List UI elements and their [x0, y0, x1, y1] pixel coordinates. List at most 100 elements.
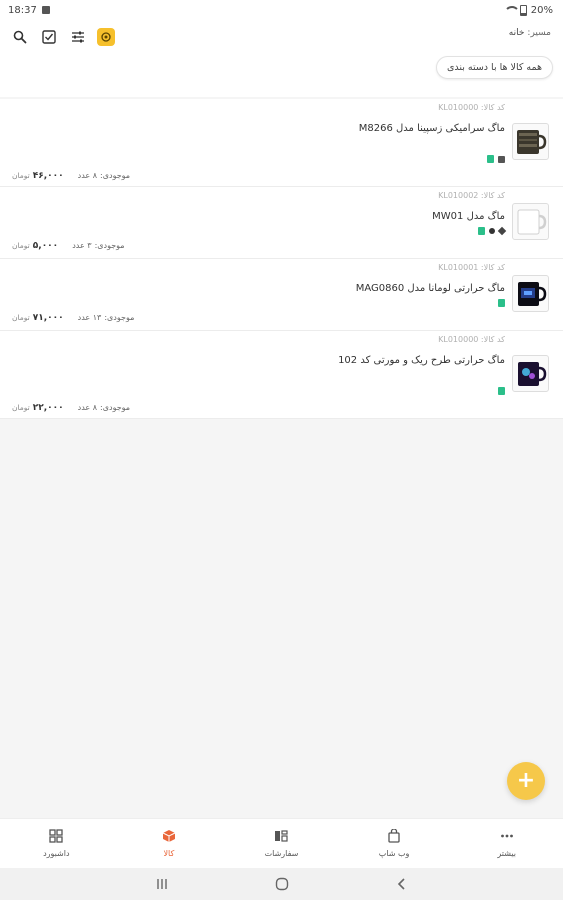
- home-icon: [275, 877, 288, 891]
- tag-icon: [497, 226, 507, 236]
- price-currency: تومان: [12, 403, 30, 412]
- recent-apps-icon: [156, 879, 167, 889]
- stock-label: موجودی:: [94, 241, 125, 250]
- stock-info: موجودی: ۸ عدد: [78, 403, 130, 412]
- product-row[interactable]: کد کالا: KL010000 ماگ سرامیکی زسپینا مدل…: [0, 99, 563, 187]
- category-filter-chip[interactable]: همه کالا ها با دسته بندی: [435, 56, 553, 79]
- price-info: ۷۱,۰۰۰ تومان: [12, 313, 64, 323]
- breadcrumb: مسیر: خانه: [509, 28, 551, 38]
- sliders-icon: [72, 31, 84, 43]
- search-button[interactable]: [10, 27, 30, 47]
- product-badges: [498, 299, 505, 307]
- product-badges: [478, 226, 507, 236]
- select-button[interactable]: [39, 27, 59, 47]
- product-meta: موجودی: ۳ عدد ۵,۰۰۰ تومان: [12, 241, 125, 251]
- breadcrumb-label: مسیر:: [527, 28, 551, 38]
- notification-icon: [41, 6, 50, 14]
- product-list: کد کالا: KL010000 ماگ سرامیکی زسپینا مدل…: [0, 99, 563, 419]
- wifi-icon: [503, 5, 520, 15]
- stock-value: ۳ عدد: [72, 241, 92, 250]
- nav-item-webshop[interactable]: وب شاپ: [354, 829, 434, 858]
- stock-info: موجودی: ۳ عدد: [72, 241, 124, 250]
- product-row[interactable]: کد کالا: KL010002 ماگ مدل MW01 موجودی: ۳…: [0, 187, 563, 259]
- mug-image: [517, 361, 546, 386]
- product-title: ماگ حرارتی لومانا مدل MAG0860: [355, 283, 505, 294]
- search-icon: [13, 30, 27, 44]
- product-thumbnail: [512, 355, 549, 392]
- product-code: کد کالا: KL010002: [438, 191, 505, 200]
- product-title: ماگ سرامیکی زسپینا مدل M8266: [358, 123, 505, 134]
- toolbar: [10, 27, 115, 47]
- product-title: ماگ مدل MW01: [432, 211, 505, 222]
- stock-label: موجودی:: [100, 171, 131, 180]
- plus-icon: +: [516, 768, 536, 793]
- stock-label: موجودی:: [104, 313, 135, 322]
- checkbox-icon: [42, 30, 56, 44]
- barcode-scan-button[interactable]: [97, 28, 115, 46]
- product-badges: [487, 155, 505, 163]
- mug-image: [517, 281, 546, 306]
- mug-image: [516, 129, 546, 154]
- filter-button[interactable]: [68, 27, 88, 47]
- battery-percent: 20%: [530, 4, 553, 16]
- dashboard-icon: [49, 829, 63, 843]
- nav-label: داشبورد: [43, 849, 70, 858]
- status-time: 18:37: [8, 4, 37, 16]
- status-right: 20%: [503, 4, 553, 16]
- more-icon: [500, 829, 514, 843]
- shop-icon: [487, 155, 494, 163]
- product-title: ماگ حرارتی طرح ریک و مورتی کد 102: [338, 355, 505, 366]
- stock-info: موجودی: ۱۳ عدد: [78, 313, 135, 322]
- stock-value: ۱۳ عدد: [77, 313, 102, 322]
- product-row[interactable]: کد کالا: KL010001 ماگ حرارتی لومانا مدل …: [0, 259, 563, 331]
- home-button[interactable]: [272, 874, 292, 894]
- price-currency: تومان: [12, 171, 30, 180]
- product-badges: [498, 387, 505, 395]
- price-info: ۴۶,۰۰۰ تومان: [12, 171, 64, 181]
- product-thumbnail: [512, 123, 549, 160]
- back-button[interactable]: [392, 874, 412, 894]
- product-meta: موجودی: ۸ عدد ۲۲,۰۰۰ تومان: [12, 403, 130, 413]
- price-currency: تومان: [12, 313, 30, 322]
- price-currency: تومان: [12, 241, 30, 250]
- battery-icon: [519, 4, 527, 16]
- price-info: ۵,۰۰۰ تومان: [12, 241, 58, 251]
- scan-icon: [101, 32, 111, 42]
- grid-icon: [498, 155, 505, 163]
- product-code: کد کالا: KL010001: [438, 263, 505, 272]
- price-value: ۵,۰۰۰: [32, 241, 59, 251]
- stock-value: ۸ عدد: [77, 403, 98, 412]
- box-icon: [162, 829, 176, 843]
- product-thumbnail: [512, 203, 549, 240]
- system-navigation: [0, 868, 563, 900]
- product-meta: موجودی: ۱۳ عدد ۷۱,۰۰۰ تومان: [12, 313, 134, 323]
- recent-apps-button[interactable]: [152, 874, 172, 894]
- product-code: کد کالا: KL010000: [438, 335, 505, 344]
- nav-item-products[interactable]: کالا: [129, 829, 209, 858]
- breadcrumb-home[interactable]: خانه: [509, 28, 525, 38]
- info-icon: [489, 228, 495, 234]
- product-thumbnail: [512, 275, 549, 312]
- stock-info: موجودی: ۸ عدد: [78, 171, 130, 180]
- price-value: ۴۶,۰۰۰: [32, 171, 64, 181]
- price-value: ۷۱,۰۰۰: [32, 313, 64, 323]
- product-meta: موجودی: ۸ عدد ۴۶,۰۰۰ تومان: [12, 171, 130, 181]
- add-product-button[interactable]: +: [507, 762, 545, 800]
- nav-item-more[interactable]: بیشتر: [467, 829, 547, 858]
- product-code: کد کالا: KL010000: [438, 103, 505, 112]
- shop-icon: [498, 299, 505, 307]
- nav-item-dashboard[interactable]: داشبورد: [16, 829, 96, 858]
- bottom-nav: داشبورد کالا سفارشات وب شاپ بیشتر: [0, 818, 563, 868]
- mug-image: [517, 209, 546, 234]
- status-left: 18:37: [8, 5, 50, 16]
- status-bar: 18:37 20%: [0, 0, 563, 20]
- nav-item-orders[interactable]: سفارشات: [241, 829, 321, 858]
- orders-icon: [274, 829, 289, 843]
- price-info: ۲۲,۰۰۰ تومان: [12, 403, 64, 413]
- nav-label: بیشتر: [497, 849, 516, 858]
- shop-icon: [498, 387, 505, 395]
- app-header: مسیر: خانه همه کالا ها با دسته بندی: [0, 20, 563, 97]
- back-icon: [397, 878, 405, 890]
- product-row[interactable]: کد کالا: KL010000 ماگ حرارتی طرح ریک و م…: [0, 331, 563, 419]
- stock-value: ۸ عدد: [77, 171, 98, 180]
